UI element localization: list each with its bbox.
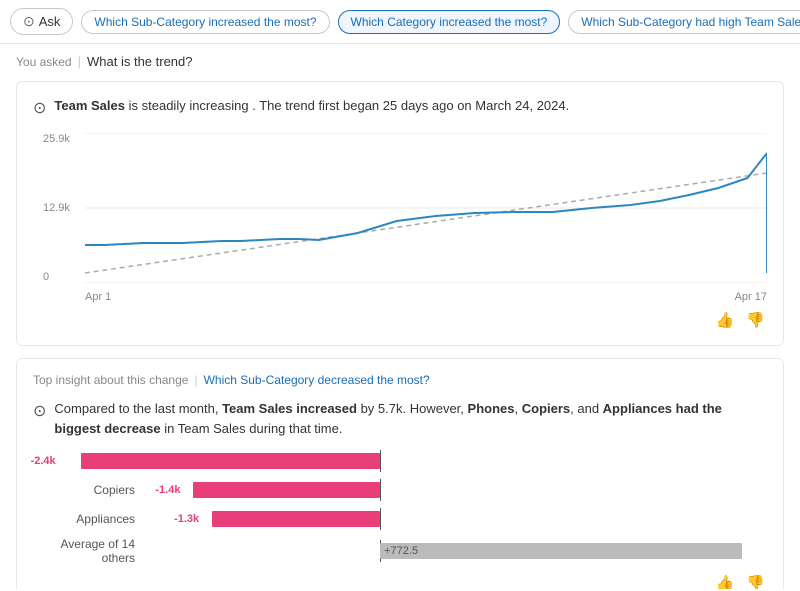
insight-text: Compared to the last month, Team Sales i… — [54, 399, 767, 438]
bar-container-phones: -2.4k — [143, 450, 767, 472]
insight-appliances: Appliances — [603, 401, 672, 416]
trend-insight-line: ⊙ Team Sales is steadily increasing . Th… — [33, 96, 767, 121]
y-label-mid: 12.9k — [43, 202, 81, 214]
bar-row-average: Average of 14 others +772.5 — [43, 537, 767, 565]
bar-row-appliances: Appliances -1.3k — [43, 508, 767, 530]
bar-copiers-value: -1.4k — [155, 484, 180, 496]
you-asked-divider: | — [78, 54, 81, 69]
nav-pill-2-label: Which Sub-Category had high Team Sales? — [581, 15, 800, 29]
top-insight-label: Top insight about this change — [33, 373, 188, 387]
chart-x-labels: Apr 1 Apr 17 — [85, 291, 767, 303]
bar-average-positive: +772.5 — [380, 543, 742, 559]
bar-average-value: +772.5 — [380, 545, 418, 557]
bar-label-average: Average of 14 others — [43, 537, 143, 565]
trend-metric: Team Sales — [54, 98, 125, 113]
top-insight-question: Which Sub-Category decreased the most? — [204, 373, 430, 387]
bar-center-line-appliances — [380, 508, 381, 530]
nav-pill-2[interactable]: Which Sub-Category had high Team Sales? — [568, 10, 800, 34]
you-asked-label: You asked — [16, 55, 72, 69]
x-label-left: Apr 1 — [85, 291, 111, 303]
insight-copiers: Copiers — [522, 401, 570, 416]
bar-row-copiers: Copiers -1.4k — [43, 479, 767, 501]
top-insight-header: Top insight about this change | Which Su… — [33, 373, 767, 387]
you-asked-question: What is the trend? — [87, 54, 193, 69]
insight-target-icon: ⊙ — [33, 400, 46, 424]
bar-container-average: +772.5 — [143, 540, 767, 562]
top-insight-divider: | — [194, 373, 197, 387]
insight-text-line: ⊙ Compared to the last month, Team Sales… — [33, 399, 767, 438]
chart-y-labels: 25.9k 12.9k 0 — [43, 133, 81, 283]
ask-label: Ask — [39, 14, 61, 29]
bar-label-appliances: Appliances — [43, 512, 143, 526]
you-asked-row: You asked | What is the trend? — [16, 54, 784, 69]
trend-card: ⊙ Team Sales is steadily increasing . Th… — [16, 81, 784, 346]
bar-phones-value: -2.4k — [31, 455, 56, 467]
chart-svg-wrap — [85, 133, 767, 283]
nav-pill-1[interactable]: Which Category increased the most? — [338, 10, 561, 34]
ask-button[interactable]: ⊙ Ask — [10, 8, 73, 35]
target-icon: ⊙ — [33, 97, 46, 121]
insight-card: Top insight about this change | Which Su… — [16, 358, 784, 589]
nav-pill-0[interactable]: Which Sub-Category increased the most? — [81, 10, 329, 34]
trend-thumbs-down-button[interactable]: 👎 — [744, 309, 767, 331]
insight-thumbs-up-button[interactable]: 👍 — [714, 572, 737, 589]
trend-insight-text: Team Sales is steadily increasing . The … — [54, 96, 569, 116]
y-label-bottom: 0 — [43, 271, 81, 283]
nav-pill-0-label: Which Sub-Category increased the most? — [94, 15, 316, 29]
bar-phones-negative — [81, 453, 381, 469]
main-content: You asked | What is the trend? ⊙ Team Sa… — [0, 44, 800, 589]
insight-phones: Phones — [468, 401, 515, 416]
bar-center-line-phones — [380, 450, 381, 472]
trend-thumbs-up-button[interactable]: 👍 — [714, 309, 737, 331]
bar-chart: Phones -2.4k Copiers -1.4k Appliances — [43, 450, 767, 565]
insight-thumb-row: 👍 👎 — [33, 572, 767, 589]
bar-label-copiers: Copiers — [43, 483, 143, 497]
top-nav: ⊙ Ask Which Sub-Category increased the m… — [0, 0, 800, 44]
insight-metric: Team Sales increased — [222, 401, 357, 416]
bar-row-phones: Phones -2.4k — [43, 450, 767, 472]
bar-center-line-copiers — [380, 479, 381, 501]
x-label-right: Apr 17 — [735, 291, 767, 303]
ask-icon: ⊙ — [23, 13, 35, 30]
trend-verb: is steadily increasing — [129, 98, 249, 113]
bar-copiers-negative — [193, 482, 380, 498]
y-label-top: 25.9k — [43, 133, 81, 145]
bar-appliances-negative — [212, 511, 380, 527]
trend-suffix: . The trend first began 25 days ago on M… — [252, 98, 569, 113]
trend-svg — [85, 133, 767, 283]
bar-container-appliances: -1.3k — [143, 508, 767, 530]
nav-pill-1-label: Which Category increased the most? — [351, 15, 548, 29]
trend-thumb-row: 👍 👎 — [33, 309, 767, 331]
bar-appliances-value: -1.3k — [174, 513, 199, 525]
trend-chart: 25.9k 12.9k 0 Apr 1 — [43, 133, 767, 303]
bar-container-copiers: -1.4k — [143, 479, 767, 501]
insight-thumbs-down-button[interactable]: 👎 — [744, 572, 767, 589]
